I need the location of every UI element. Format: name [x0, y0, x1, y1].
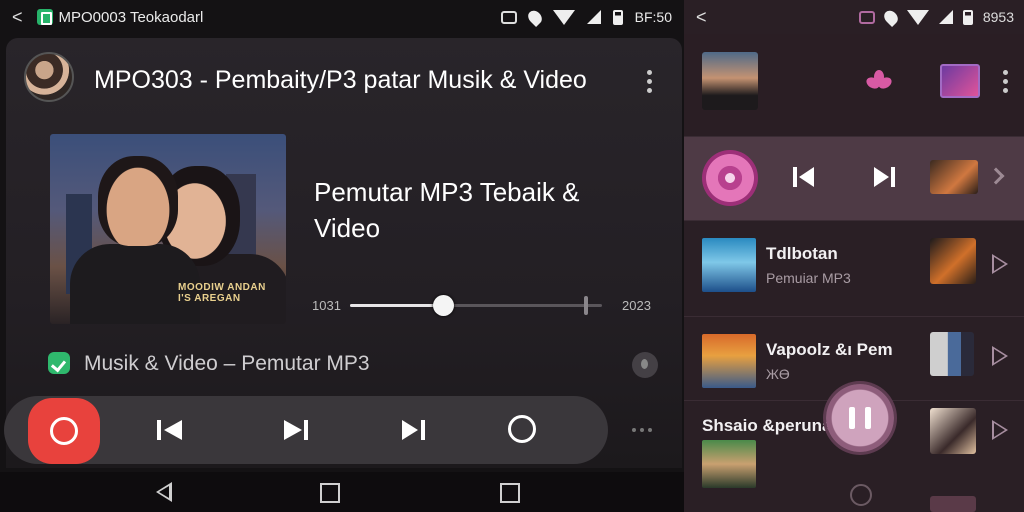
- total-time: 2023: [622, 298, 651, 313]
- pause-button[interactable]: [826, 384, 894, 452]
- list-item-thumbnail: [930, 238, 976, 284]
- album-art[interactable]: MOODIW ANDAN I'S AREGAN: [50, 134, 286, 324]
- more-options-icon-right[interactable]: [1002, 70, 1008, 93]
- flower-icon[interactable]: [864, 70, 894, 92]
- song-title: Pemutar MP3 Tebaik & Video: [314, 177, 580, 243]
- status-bar: < MPO0003 Teokaodarl BF:50: [0, 0, 684, 34]
- elapsed-time: 1031: [312, 298, 341, 313]
- back-icon[interactable]: <: [696, 7, 707, 28]
- screenshot-icon: [500, 10, 517, 24]
- nav-back-icon[interactable]: [156, 482, 172, 502]
- seek-thumb[interactable]: [433, 295, 455, 316]
- check-shield-icon: [48, 352, 70, 374]
- album-thumbnail-top[interactable]: [940, 64, 980, 98]
- play-icon[interactable]: [992, 254, 1008, 274]
- record-circle-icon[interactable]: [508, 415, 536, 443]
- play-next-icon[interactable]: [282, 418, 310, 442]
- list-item-cover: [702, 440, 756, 488]
- page-title: MPO303 - Pembaity/P3 patar Musik & Video: [94, 66, 587, 94]
- back-icon[interactable]: <: [12, 7, 23, 28]
- more-horizontal-icon[interactable]: [632, 428, 652, 432]
- play-icon[interactable]: [992, 346, 1008, 366]
- skip-next-icon[interactable]: [400, 418, 428, 442]
- list-item-subtitle: Pemuiar MP3: [766, 270, 851, 286]
- system-nav-bar: [0, 472, 684, 512]
- location-icon: [525, 7, 545, 27]
- screenshot-icon: [858, 10, 875, 24]
- list-item-cover: [702, 238, 756, 292]
- music-note-icon[interactable]: [632, 352, 658, 378]
- vinyl-disc-icon[interactable]: [702, 150, 758, 206]
- status-bar-right: < 8953: [684, 0, 1024, 34]
- album-art-label: MOODIW ANDAN I'S AREGAN: [178, 282, 266, 304]
- list-item-title: Tdlbotan: [766, 244, 838, 263]
- avatar-right[interactable]: [702, 52, 758, 110]
- source-label: Musik & Video – Pemutar MP3: [84, 352, 370, 375]
- nav-home-icon[interactable]: [320, 483, 340, 503]
- skip-next-icon-right[interactable]: [872, 166, 896, 188]
- play-icon[interactable]: [992, 420, 1008, 440]
- app-logo-button[interactable]: [28, 398, 100, 464]
- app-title: MPO0003 Teokaodarl: [58, 8, 204, 26]
- seek-bar[interactable]: [350, 295, 602, 316]
- seek-fill: [350, 304, 444, 307]
- avatar[interactable]: [24, 52, 74, 102]
- skip-previous-icon[interactable]: [156, 418, 184, 442]
- signal-icon: [586, 10, 601, 24]
- list-item-thumbnail: [930, 332, 974, 376]
- nav-recents-icon[interactable]: [500, 483, 520, 503]
- list-item-subtitle: ЖӨ: [766, 366, 790, 382]
- wifi-icon: [906, 9, 929, 25]
- wifi-icon: [552, 9, 575, 25]
- list-item-thumbnail: [930, 408, 976, 454]
- more-options-icon[interactable]: [646, 70, 652, 93]
- seek-marker: [584, 296, 589, 315]
- list-item-title: Vapoolz &ı Pem: [766, 340, 893, 359]
- skip-previous-icon-right[interactable]: [792, 166, 816, 188]
- app-icon: [36, 9, 53, 25]
- queue-thumbnail[interactable]: [930, 160, 978, 194]
- signal-icon: [938, 10, 953, 24]
- clock: BF:50: [634, 9, 672, 25]
- location-icon: [881, 7, 901, 27]
- clock: 8953: [982, 9, 1014, 25]
- list-item-title: Shsaio &perunar: [702, 416, 839, 435]
- battery-icon: [612, 9, 623, 25]
- left-panel: < MPO0003 Teokaodarl BF:50 MPO303 - Pemb…: [0, 0, 684, 512]
- list-item-cover: [702, 334, 756, 388]
- home-indicator-icon[interactable]: [850, 484, 872, 506]
- battery-icon: [962, 9, 973, 25]
- list-item-thumbnail: [930, 496, 976, 512]
